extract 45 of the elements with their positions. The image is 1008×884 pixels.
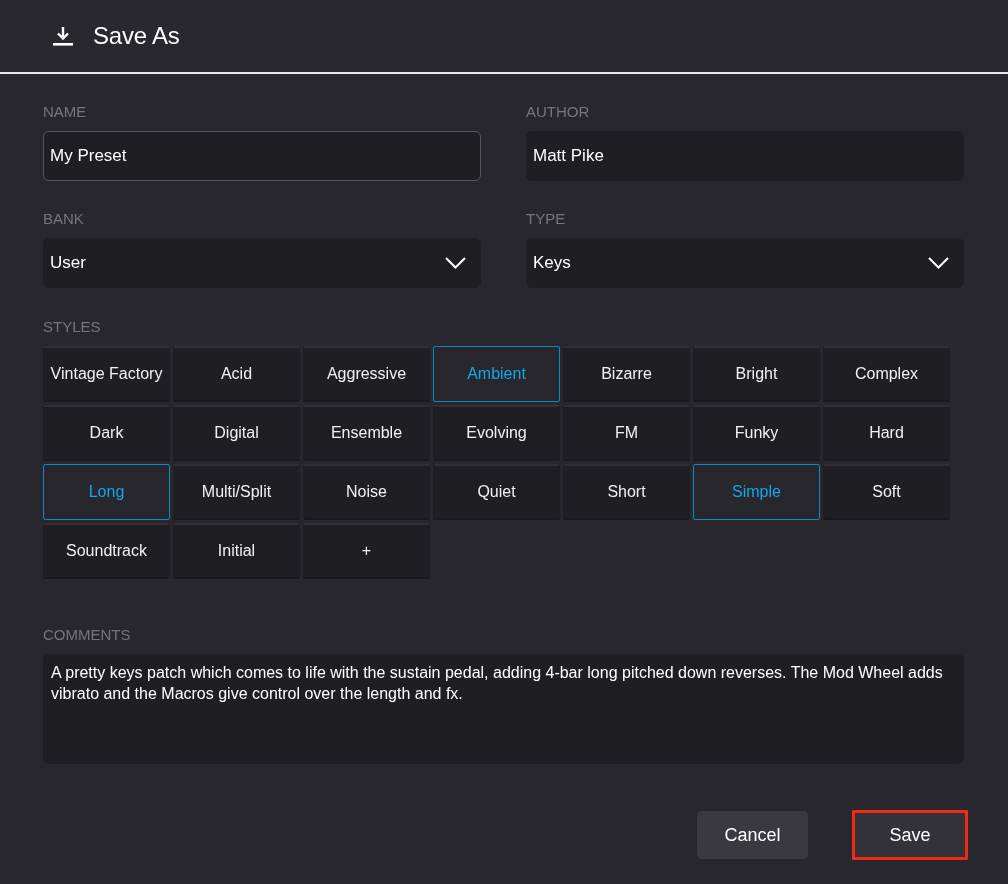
style-tag[interactable]: Short <box>563 464 690 520</box>
style-tag[interactable]: FM <box>563 405 690 461</box>
style-tag[interactable]: Ambient <box>433 346 560 402</box>
style-tag[interactable]: Quiet <box>433 464 560 520</box>
style-tag[interactable]: Bright <box>693 346 820 402</box>
style-tag[interactable]: Soft <box>823 464 950 520</box>
style-tag[interactable]: Multi/Split <box>173 464 300 520</box>
section-label: COMMENTS <box>43 626 132 644</box>
field-label: BANK <box>43 210 85 228</box>
style-tag[interactable]: Complex <box>823 346 950 402</box>
field-label: AUTHOR <box>526 103 591 121</box>
field-value: Matt Pike <box>533 146 604 166</box>
style-tag[interactable]: Initial <box>173 523 300 579</box>
dropdown[interactable]: User <box>43 238 481 288</box>
field-label: TYPE <box>526 210 567 228</box>
field-value: User <box>50 253 86 273</box>
download-icon <box>53 26 73 46</box>
section-label: STYLES <box>43 318 102 336</box>
save-button[interactable]: Save <box>852 810 968 860</box>
field-value: My Preset <box>50 146 127 166</box>
style-tag[interactable]: Dark <box>43 405 170 461</box>
comments-field[interactable]: A pretty keys patch which comes to life with the sustain pedal, adding 4-bar long pitched down reverses. The Mod Wheel adds vibrato and the Macros give control over the length and fx. <box>43 654 964 764</box>
chevron-down-icon <box>445 257 466 269</box>
style-tag[interactable]: Vintage Factory <box>43 346 170 402</box>
chevron-down-icon <box>928 257 949 269</box>
style-tag[interactable]: Noise <box>303 464 430 520</box>
style-tag[interactable]: Ensemble <box>303 405 430 461</box>
style-tag[interactable]: Acid <box>173 346 300 402</box>
style-tag[interactable]: Long <box>43 464 170 520</box>
style-tag[interactable]: Soundtrack <box>43 523 170 579</box>
style-tag[interactable]: Evolving <box>433 405 560 461</box>
input-field[interactable]: My Preset <box>43 131 481 181</box>
field-label: NAME <box>43 103 88 121</box>
style-tag[interactable]: Hard <box>823 405 950 461</box>
style-tag[interactable]: Aggressive <box>303 346 430 402</box>
style-tag[interactable]: Bizarre <box>563 346 690 402</box>
add-style-button[interactable]: + <box>303 523 430 579</box>
field-value: Keys <box>533 253 571 273</box>
dropdown[interactable]: Keys <box>526 238 964 288</box>
style-tag[interactable]: Funky <box>693 405 820 461</box>
cancel-button[interactable]: Cancel <box>697 811 808 859</box>
style-tag[interactable]: Simple <box>693 464 820 520</box>
input-field[interactable]: Matt Pike <box>526 131 964 181</box>
dialog-title: Save As <box>93 22 180 50</box>
style-tag[interactable]: Digital <box>173 405 300 461</box>
